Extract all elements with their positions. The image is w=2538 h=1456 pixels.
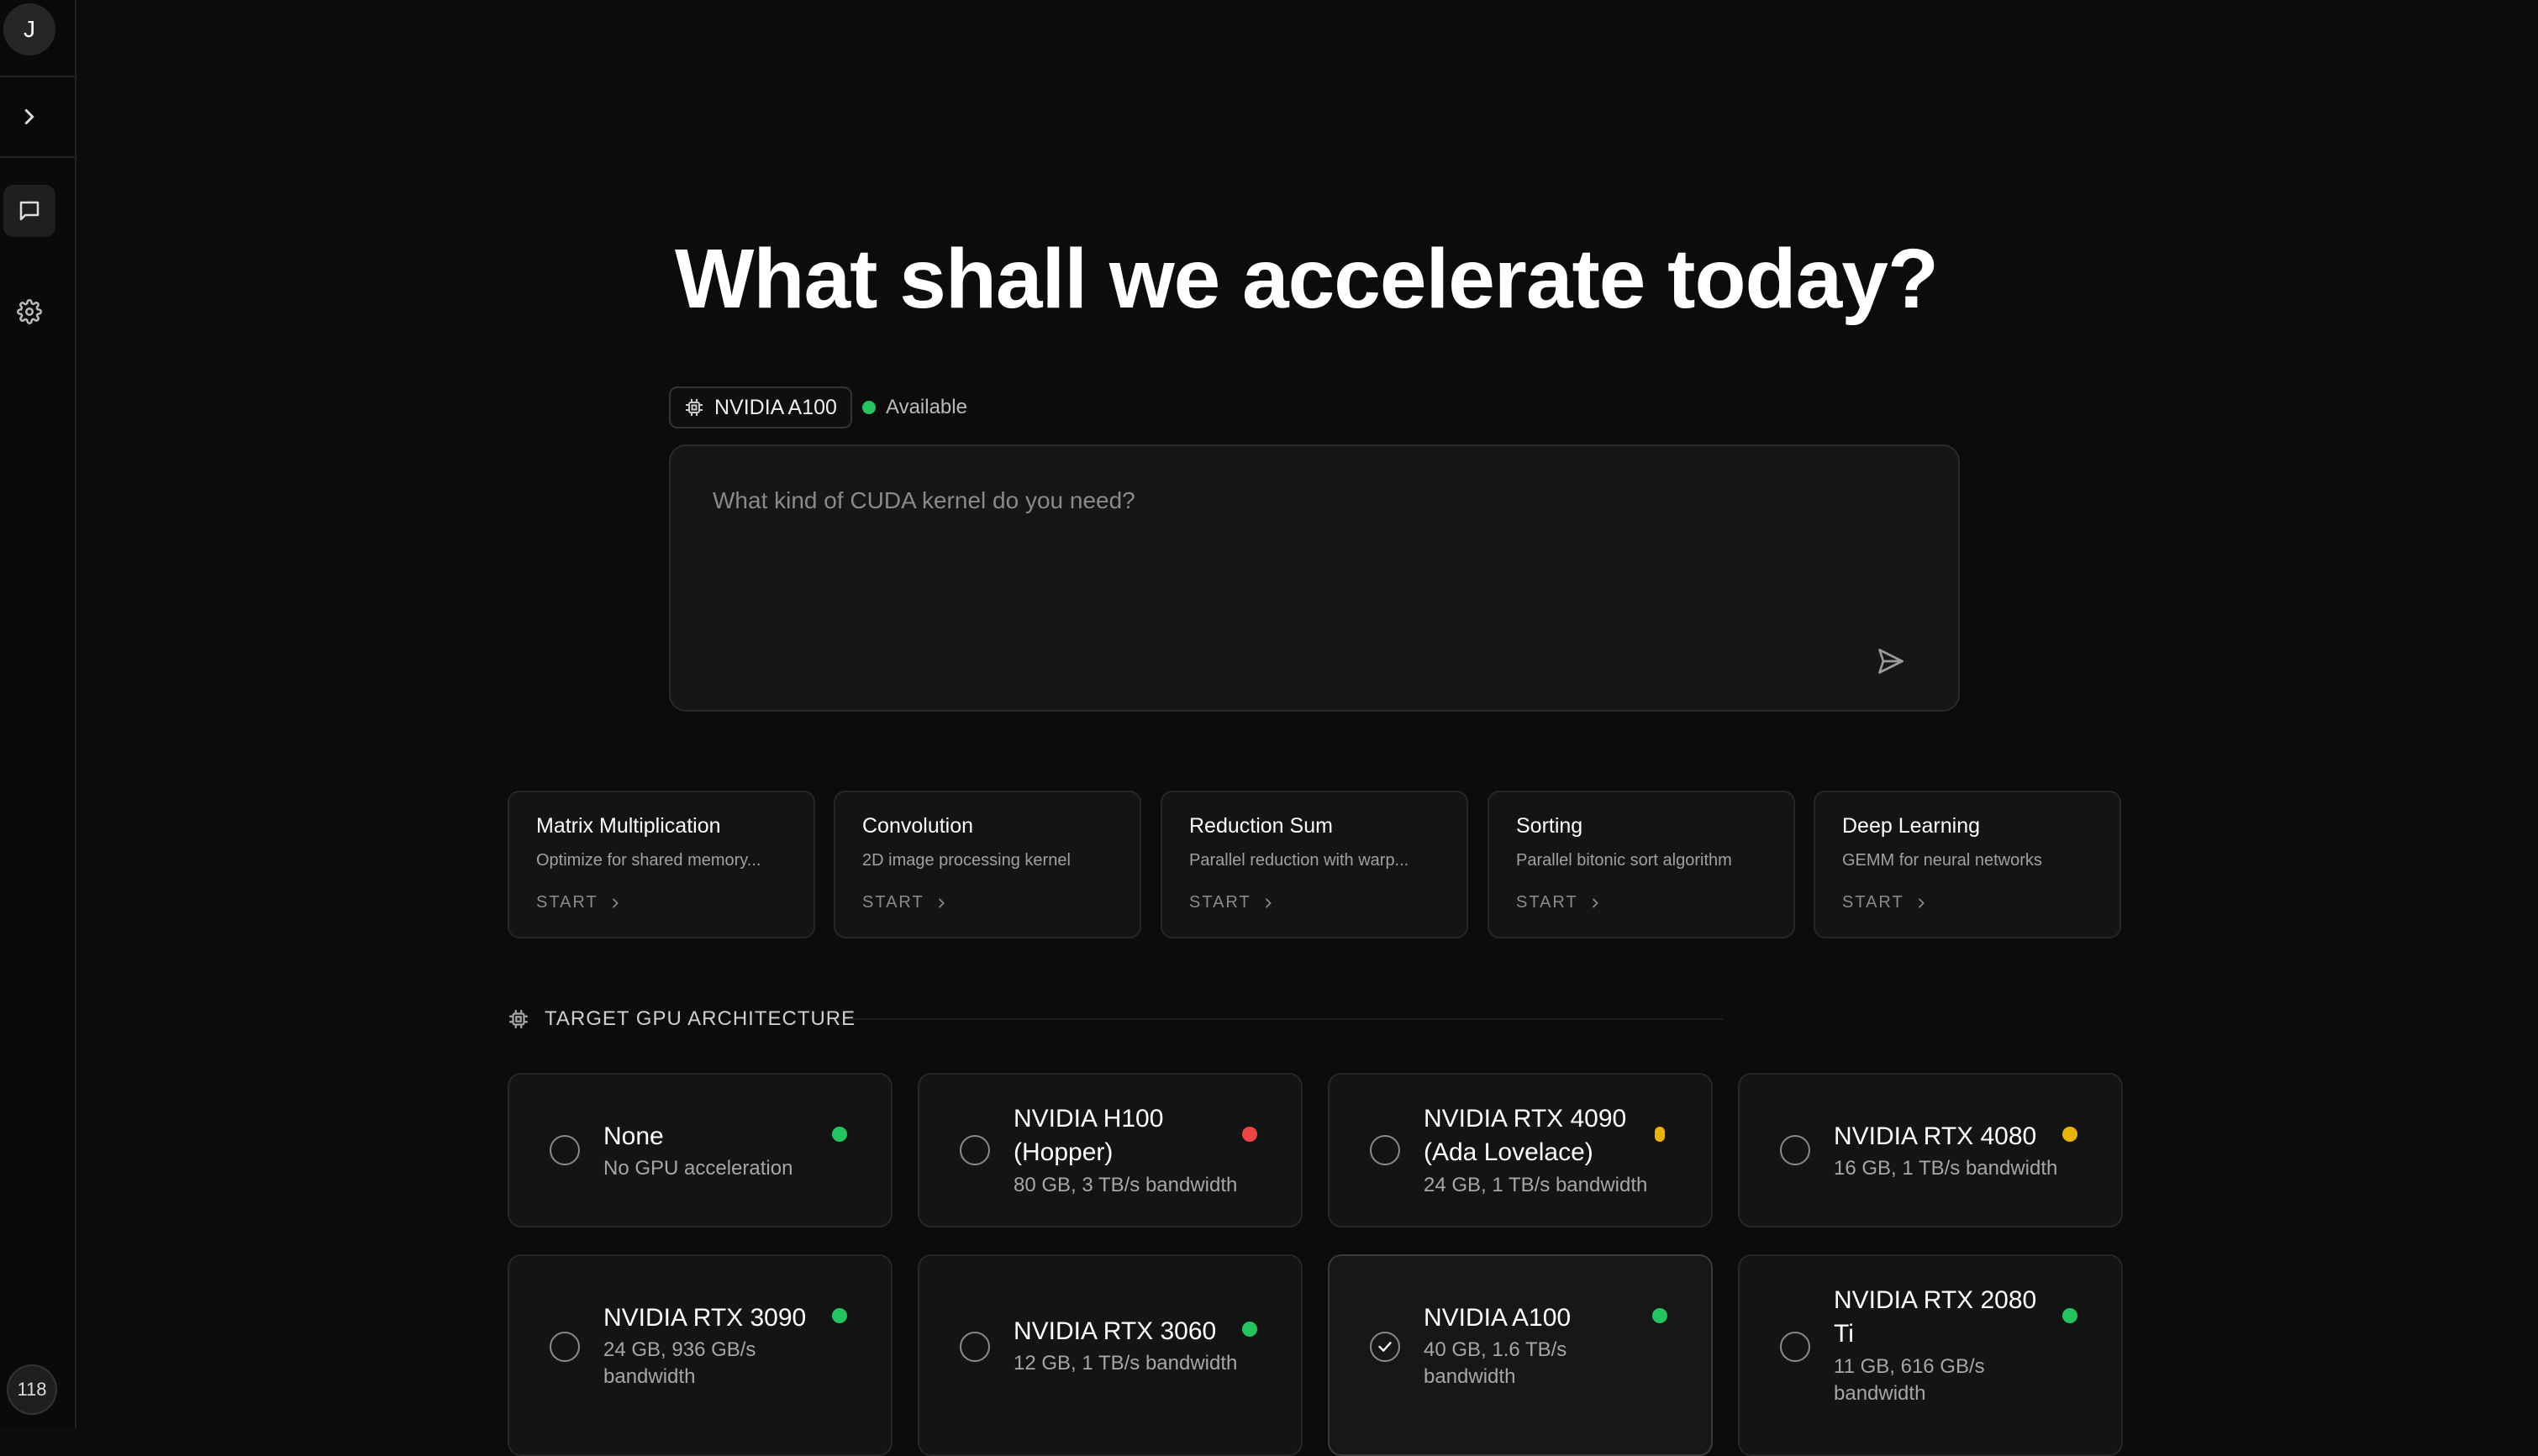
sidebar-divider — [0, 156, 75, 158]
start-label: START — [536, 893, 598, 912]
gpu-name: NVIDIA H100 (Hopper) — [1014, 1105, 1164, 1166]
card-description: Parallel bitonic sort algorithm — [1516, 851, 1732, 870]
send-button[interactable] — [1871, 641, 1911, 681]
section-header: TARGET GPU ARCHITECTURE — [508, 1005, 856, 1033]
gpu-name: NVIDIA RTX 2080 Ti — [1834, 1286, 2037, 1348]
suggestion-card[interactable]: Convolution 2D image processing kernel S… — [834, 791, 1141, 938]
card-start-link[interactable]: START — [1189, 893, 1275, 912]
prompt-input[interactable] — [711, 483, 1807, 518]
gpu-status-dot — [1242, 1322, 1257, 1337]
gpu-spec: No GPU acceleration — [603, 1157, 793, 1180]
section-divider — [849, 1018, 1723, 1020]
gpu-name: NVIDIA A100 — [1424, 1304, 1572, 1332]
gpu-status-dot — [832, 1308, 847, 1323]
radio-button[interactable] — [1780, 1332, 1810, 1362]
section-title: TARGET GPU ARCHITECTURE — [545, 1007, 856, 1030]
notification-counter[interactable]: 118 — [7, 1364, 57, 1415]
suggestion-cards: Matrix Multiplication Optimize for share… — [508, 791, 2121, 938]
prompt-box — [669, 444, 1960, 712]
gpu-name: NVIDIA RTX 3060 — [1014, 1317, 1217, 1345]
start-label: START — [1189, 893, 1251, 912]
chevron-right-icon — [1918, 897, 1925, 908]
send-icon — [1878, 649, 1904, 674]
gpu-name: NVIDIA RTX 4090 (Ada Lovelace) — [1424, 1105, 1627, 1166]
card-description: Optimize for shared memory... — [536, 851, 761, 870]
status-label: Available — [886, 396, 967, 418]
radio-button[interactable] — [550, 1135, 580, 1165]
start-label: START — [1516, 893, 1578, 912]
gpu-option-rtx-4090[interactable]: NVIDIA RTX 4090 (Ada Lovelace) 24 GB, 1 … — [1328, 1073, 1713, 1227]
expand-sidebar-button[interactable] — [3, 91, 55, 143]
gpu-option-rtx-4080[interactable]: NVIDIA RTX 4080 16 GB, 1 TB/s bandwidth — [1738, 1073, 2123, 1227]
gpu-option-rtx-3090[interactable]: NVIDIA RTX 3090 24 GB, 936 GB/s bandwidt… — [508, 1254, 893, 1456]
gpu-status-dot — [832, 1127, 847, 1142]
card-title: Sorting — [1516, 814, 1583, 838]
gpu-option-h100[interactable]: NVIDIA H100 (Hopper) 80 GB, 3 TB/s bandw… — [918, 1073, 1303, 1227]
gpu-spec: 24 GB, 936 GB/s bandwidth — [603, 1338, 756, 1388]
gpu-name: None — [603, 1122, 664, 1150]
selected-gpu-label: NVIDIA A100 — [714, 395, 837, 419]
gpu-option-a100[interactable]: NVIDIA A100 40 GB, 1.6 TB/s bandwidth — [1328, 1254, 1713, 1456]
chip-icon — [509, 1010, 528, 1028]
gpu-spec: 80 GB, 3 TB/s bandwidth — [1014, 1174, 1238, 1196]
card-title: Deep Learning — [1842, 814, 1981, 838]
gpu-spec: 12 GB, 1 TB/s bandwidth — [1014, 1352, 1238, 1375]
gpu-option-rtx-3060[interactable]: NVIDIA RTX 3060 12 GB, 1 TB/s bandwidth — [918, 1254, 1303, 1456]
gpu-spec: 16 GB, 1 TB/s bandwidth — [1834, 1157, 2058, 1180]
card-title: Reduction Sum — [1189, 814, 1333, 838]
suggestion-card[interactable]: Deep Learning GEMM for neural networks S… — [1814, 791, 2121, 938]
radio-button[interactable] — [1780, 1135, 1810, 1165]
card-start-link[interactable]: START — [1842, 893, 1928, 912]
suggestion-card[interactable]: Reduction Sum Parallel reduction with wa… — [1161, 791, 1468, 938]
page-title: What shall we accelerate today? — [675, 232, 1939, 326]
check-icon — [1378, 1342, 1392, 1352]
gpu-option-rtx-2080-ti[interactable]: NVIDIA RTX 2080 Ti 11 GB, 616 GB/s bandw… — [1738, 1254, 2123, 1456]
gpu-spec: 24 GB, 1 TB/s bandwidth — [1424, 1174, 1648, 1196]
chevron-right-icon — [24, 109, 34, 124]
gpu-status: Available — [862, 395, 967, 420]
gpu-status-dot — [1242, 1127, 1257, 1142]
start-label: START — [862, 893, 924, 912]
radio-button-checked[interactable] — [1370, 1332, 1400, 1362]
chevron-right-icon — [612, 897, 619, 908]
radio-button[interactable] — [960, 1332, 990, 1362]
gpu-name: NVIDIA RTX 4080 — [1834, 1122, 2037, 1150]
chat-button[interactable] — [3, 185, 55, 237]
card-start-link[interactable]: START — [536, 893, 622, 912]
sidebar-divider — [0, 76, 75, 77]
settings-button[interactable] — [3, 286, 55, 338]
card-description: 2D image processing kernel — [862, 851, 1071, 870]
gpu-status-dot — [2062, 1308, 2077, 1323]
avatar[interactable]: J — [3, 3, 55, 55]
chevron-right-icon — [938, 897, 945, 908]
chat-icon — [19, 201, 39, 221]
radio-button[interactable] — [1370, 1135, 1400, 1165]
chip-icon — [686, 399, 703, 416]
gpu-status-dot — [1655, 1127, 1665, 1142]
card-description: Parallel reduction with warp... — [1189, 851, 1409, 870]
gpu-name: NVIDIA RTX 3090 — [603, 1304, 807, 1332]
card-description: GEMM for neural networks — [1842, 851, 2042, 870]
gear-icon — [17, 299, 42, 324]
radio-button[interactable] — [960, 1135, 990, 1165]
card-start-link[interactable]: START — [1516, 893, 1602, 912]
sidebar: J 118 — [0, 0, 76, 1428]
gpu-option-none[interactable]: None No GPU acceleration — [508, 1073, 893, 1227]
selected-gpu-chip[interactable]: NVIDIA A100 — [669, 386, 852, 428]
status-dot — [862, 401, 876, 414]
gpu-status-dot — [2062, 1127, 2077, 1142]
suggestion-card[interactable]: Sorting Parallel bitonic sort algorithm … — [1488, 791, 1795, 938]
radio-button[interactable] — [550, 1332, 580, 1362]
start-label: START — [1842, 893, 1904, 912]
chevron-right-icon — [1265, 897, 1272, 908]
card-title: Convolution — [862, 814, 974, 838]
gpu-status-dot — [1652, 1308, 1667, 1323]
gpu-spec: 11 GB, 616 GB/s bandwidth — [1834, 1355, 1985, 1405]
card-start-link[interactable]: START — [862, 893, 948, 912]
card-title: Matrix Multiplication — [536, 814, 721, 838]
chevron-right-icon — [1592, 897, 1598, 908]
gpu-spec: 40 GB, 1.6 TB/s bandwidth — [1424, 1338, 1567, 1388]
suggestion-card[interactable]: Matrix Multiplication Optimize for share… — [508, 791, 815, 938]
